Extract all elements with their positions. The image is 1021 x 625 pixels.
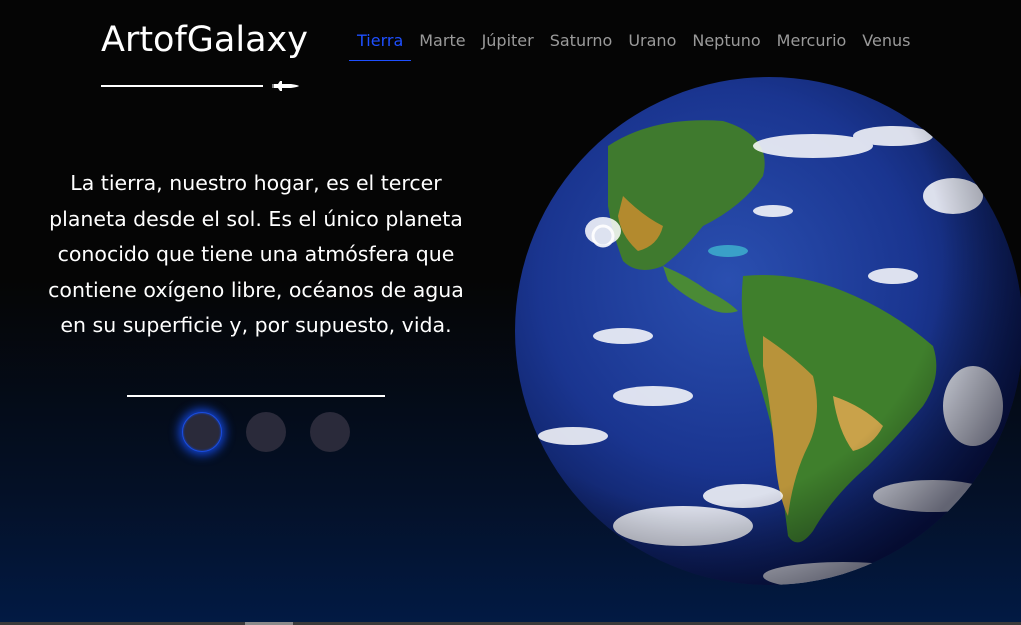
planet-description: La tierra, nuestro hogar, es el tercer p… <box>48 171 464 337</box>
nav-item-tierra[interactable]: Tierra <box>349 28 412 61</box>
nav-item-saturno[interactable]: Saturno <box>542 28 621 61</box>
nav-item-jupiter[interactable]: Júpiter <box>474 28 542 61</box>
nav-item-marte[interactable]: Marte <box>411 28 473 61</box>
carousel-dot-2[interactable] <box>246 412 286 452</box>
nav-item-urano[interactable]: Urano <box>620 28 684 61</box>
carousel-dot-1[interactable] <box>182 412 222 452</box>
description-underline <box>127 395 385 397</box>
space-shuttle-icon <box>272 81 299 91</box>
earth-image <box>515 77 1021 585</box>
brand-logo[interactable]: ArtofGalaxy <box>101 20 308 60</box>
nav-item-neptuno[interactable]: Neptuno <box>684 28 768 61</box>
logo-underline <box>101 85 263 87</box>
nav-item-venus[interactable]: Venus <box>854 28 918 61</box>
carousel-dot-3[interactable] <box>310 412 350 452</box>
planet-nav: Tierra Marte Júpiter Saturno Urano Neptu… <box>349 28 918 61</box>
nav-item-mercurio[interactable]: Mercurio <box>769 28 855 61</box>
